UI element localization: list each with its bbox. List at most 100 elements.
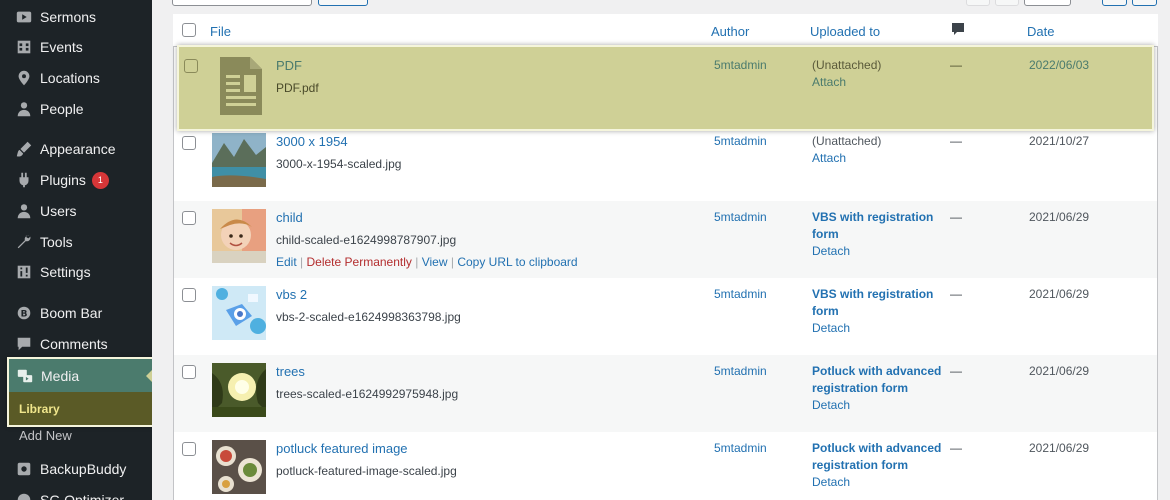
- table-row: vbs 2 vbs-2-scaled-e1624998363798.jpg 5m…: [174, 278, 1157, 355]
- author-link[interactable]: 5mtadmin: [714, 134, 767, 148]
- sidebar-item-plugins[interactable]: Plugins 1: [0, 165, 152, 195]
- column-uploaded-to[interactable]: Uploaded to: [810, 24, 880, 39]
- row-checkbox[interactable]: [184, 59, 198, 73]
- uploaded-to-post-link[interactable]: Potluck with advanced registration form: [812, 363, 952, 397]
- sliders-icon: [14, 262, 34, 282]
- copy-url-link[interactable]: Copy URL to clipboard: [457, 255, 577, 269]
- sidebar-item-users[interactable]: Users: [0, 196, 152, 226]
- plugins-update-badge: 1: [91, 171, 109, 189]
- author-link[interactable]: 5mtadmin: [714, 210, 767, 224]
- apply-button[interactable]: [318, 0, 368, 6]
- uploaded-to-post-link[interactable]: VBS with registration form: [812, 286, 952, 320]
- detach-link[interactable]: Detach: [812, 320, 952, 337]
- sidebar-item-label: Comments: [40, 336, 108, 352]
- media-title-link[interactable]: potluck featured image: [276, 441, 408, 456]
- submenu-library[interactable]: Library: [9, 392, 154, 425]
- thumbnail-child[interactable]: [212, 209, 266, 263]
- upload-date: 2022/06/03: [1029, 58, 1090, 72]
- media-title-link[interactable]: child: [276, 210, 303, 225]
- sidebar-item-boom-bar[interactable]: B Boom Bar: [0, 298, 152, 328]
- sidebar-item-label: Settings: [40, 264, 91, 280]
- pagination-first[interactable]: [966, 0, 990, 6]
- sidebar-item-media[interactable]: Media: [9, 359, 154, 392]
- wrench-icon: [14, 232, 34, 252]
- row-checkbox[interactable]: [182, 288, 196, 302]
- upload-date: 2021/06/29: [1029, 364, 1090, 378]
- column-date[interactable]: Date: [1027, 24, 1054, 39]
- uploaded-to-cell: Potluck with advanced registration form D…: [812, 363, 952, 414]
- thumbnail-food[interactable]: [212, 440, 266, 494]
- attach-link[interactable]: Attach: [812, 150, 952, 167]
- plug-icon: [14, 170, 34, 190]
- sidebar-item-tools[interactable]: Tools: [0, 227, 152, 257]
- uploaded-to-line2: registration form: [812, 458, 909, 472]
- uploaded-to-line2: form: [812, 304, 839, 318]
- sidebar-item-appearance[interactable]: Appearance: [0, 134, 152, 164]
- submenu-add-new[interactable]: Add New: [19, 428, 72, 443]
- row-checkbox[interactable]: [182, 136, 196, 150]
- sidebar-item-people[interactable]: People: [0, 94, 152, 124]
- row-checkbox[interactable]: [182, 442, 196, 456]
- backup-icon: [14, 459, 34, 479]
- sidebar-item-label: Tools: [40, 234, 73, 250]
- select-all-checkbox[interactable]: [182, 23, 196, 37]
- person-icon: [14, 99, 34, 119]
- sidebar-item-settings[interactable]: Settings: [0, 257, 152, 287]
- column-file[interactable]: File: [210, 24, 231, 39]
- building-icon: [14, 37, 34, 57]
- author-link[interactable]: 5mtadmin: [714, 287, 767, 301]
- document-icon[interactable]: [216, 55, 266, 117]
- table-header: File Author Uploaded to Date: [173, 14, 1158, 47]
- detach-link[interactable]: Detach: [812, 397, 952, 414]
- uploaded-to-post-link[interactable]: VBS with registration form: [812, 209, 952, 243]
- sidebar-item-locations[interactable]: Locations: [0, 63, 152, 93]
- column-author[interactable]: Author: [711, 24, 749, 39]
- pagination-prev[interactable]: [995, 0, 1019, 6]
- row-checkbox[interactable]: [182, 211, 196, 225]
- sidebar-item-events[interactable]: Events: [0, 32, 152, 62]
- action-separator: |: [415, 255, 419, 269]
- pagination-next[interactable]: [1102, 0, 1127, 6]
- sidebar-item-label: SG Optimizer: [40, 492, 125, 500]
- thumbnail-lake[interactable]: [212, 133, 266, 187]
- table-row: child child-scaled-e1624998787907.jpg Ed…: [174, 201, 1157, 278]
- upload-date: 2021/06/29: [1029, 441, 1090, 455]
- sidebar-item-sg-optimizer[interactable]: SG Optimizer: [0, 485, 152, 500]
- media-filename: vbs-2-scaled-e1624998363798.jpg: [276, 310, 461, 324]
- uploaded-to-line1: Potluck with advanced: [812, 441, 942, 455]
- media-title-link[interactable]: 3000 x 1954: [276, 134, 348, 149]
- detach-link[interactable]: Detach: [812, 243, 952, 260]
- thumbnail-trees[interactable]: [212, 363, 266, 417]
- uploaded-to-line1: VBS with registration: [812, 210, 934, 224]
- sidebar-item-label: Plugins: [40, 172, 86, 188]
- author-link[interactable]: 5mtadmin: [714, 58, 767, 72]
- edit-link[interactable]: Edit: [276, 255, 297, 269]
- uploaded-to-status: (Unattached): [812, 58, 882, 72]
- view-link[interactable]: View: [422, 255, 448, 269]
- sidebar-item-comments[interactable]: Comments: [0, 329, 152, 359]
- media-title-link[interactable]: PDF: [276, 58, 302, 73]
- media-title-link[interactable]: trees: [276, 364, 305, 379]
- row-checkbox[interactable]: [182, 365, 196, 379]
- bulk-action-select[interactable]: [172, 0, 312, 6]
- author-link[interactable]: 5mtadmin: [714, 441, 767, 455]
- uploaded-to-post-link[interactable]: Potluck with advanced registration form: [812, 440, 952, 474]
- thumbnail-vbs[interactable]: [212, 286, 266, 340]
- sidebar-item-sermons[interactable]: Sermons: [0, 2, 152, 32]
- uploaded-to-line1: Potluck with advanced: [812, 364, 942, 378]
- comment-bubble-icon[interactable]: [951, 22, 965, 40]
- pagination-last[interactable]: [1132, 0, 1157, 6]
- location-pin-icon: [14, 68, 34, 88]
- comment-count: —: [950, 441, 962, 455]
- uploaded-to-status: (Unattached): [812, 134, 882, 148]
- sidebar-item-label: Users: [40, 203, 77, 219]
- author-link[interactable]: 5mtadmin: [714, 364, 767, 378]
- detach-link[interactable]: Detach: [812, 474, 952, 491]
- delete-permanently-link[interactable]: Delete Permanently: [307, 255, 412, 269]
- attach-link[interactable]: Attach: [812, 74, 952, 91]
- pagination-input[interactable]: [1024, 0, 1071, 6]
- svg-text:B: B: [21, 310, 28, 320]
- sidebar-item-backupbuddy[interactable]: BackupBuddy: [0, 454, 152, 484]
- comment-count: —: [950, 364, 962, 378]
- media-title-link[interactable]: vbs 2: [276, 287, 307, 302]
